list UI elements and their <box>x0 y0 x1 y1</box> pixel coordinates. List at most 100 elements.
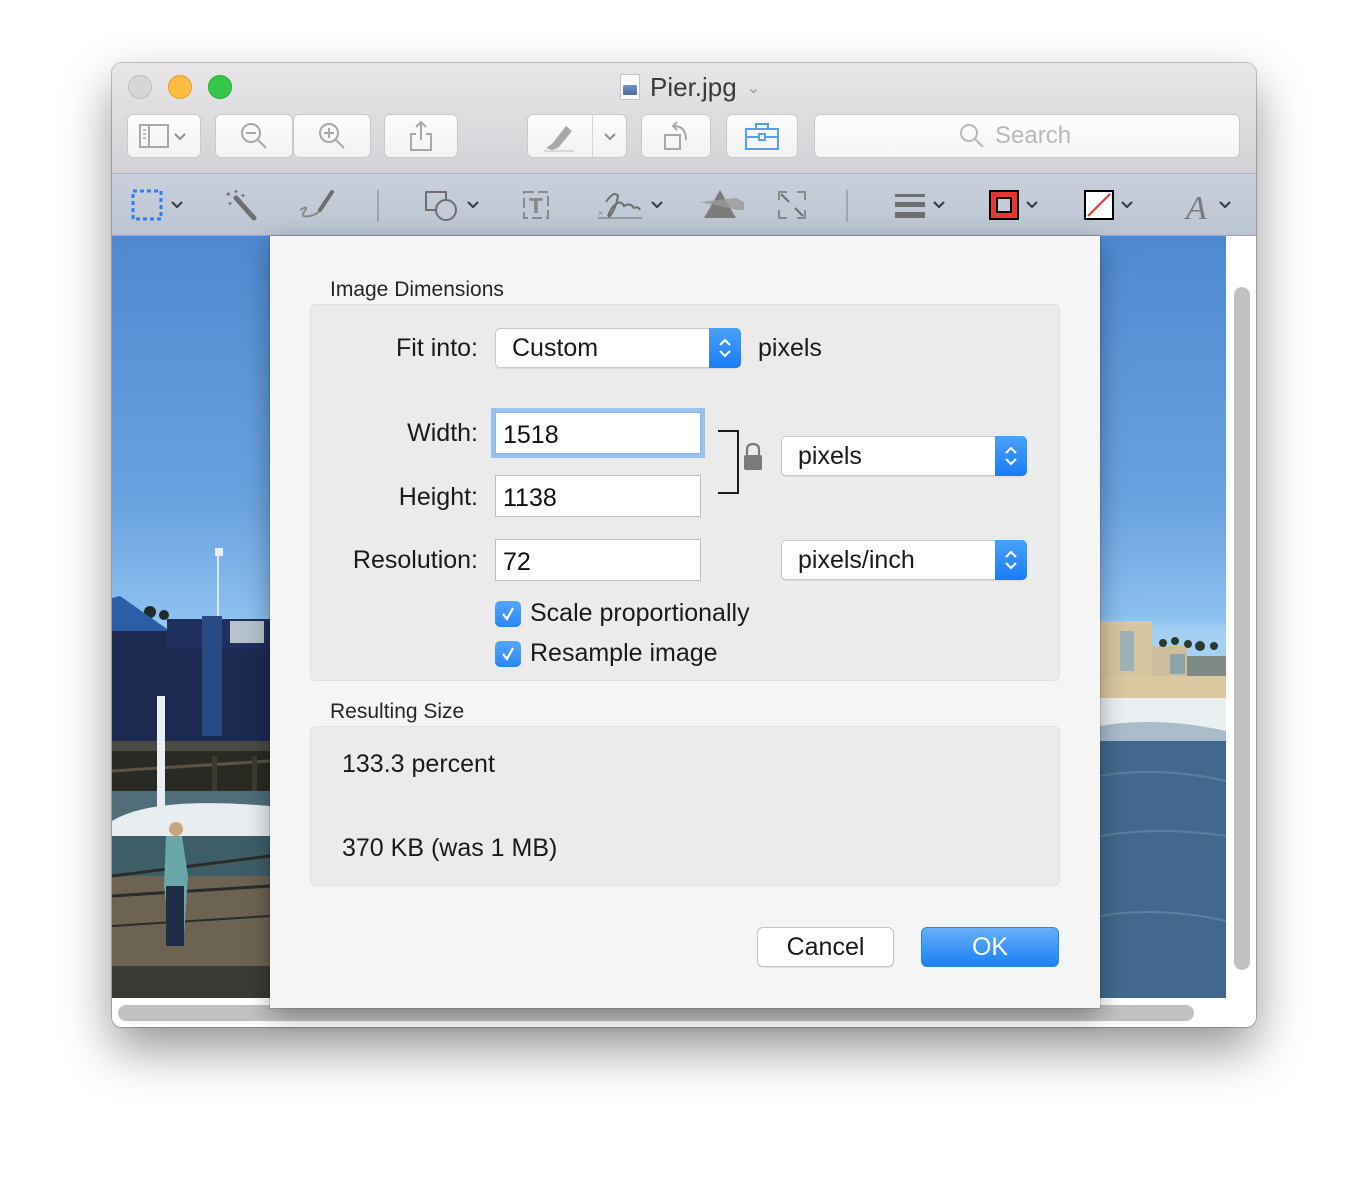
text-style-tool[interactable]: A <box>1184 184 1232 226</box>
chevron-down-icon <box>604 133 616 141</box>
proportion-link-bracket <box>718 430 739 494</box>
fit-into-popup[interactable]: Custom <box>495 328 741 368</box>
instant-alpha-tool[interactable]: ✦ ✦ ✦ ✦ <box>222 184 260 226</box>
chevron-down-icon <box>933 201 945 209</box>
title-bar: Pier.jpg ⌄ <box>112 63 1256 173</box>
size-unit-popup[interactable]: pixels <box>781 436 1027 476</box>
fit-into-unit: pixels <box>758 334 822 362</box>
shapes-tool[interactable] <box>424 184 480 226</box>
svg-text:×: × <box>598 208 603 218</box>
resolution-unit-popup[interactable]: pixels/inch <box>781 540 1027 580</box>
zoom-window-button[interactable] <box>208 75 232 99</box>
signature-icon: × <box>598 193 642 219</box>
fill-color-tool[interactable] <box>1084 184 1134 226</box>
text-box-icon: T <box>523 191 549 219</box>
adjust-color-tool[interactable] <box>700 184 744 226</box>
resolution-label: Resolution: <box>352 546 478 574</box>
search-field[interactable] <box>814 114 1240 158</box>
result-file-size: 370 KB (was 1 MB) <box>342 834 558 862</box>
resulting-size-heading: Resulting Size <box>330 700 465 723</box>
scale-proportionally-checkbox[interactable]: Scale proportionally <box>495 599 750 628</box>
resolution-field[interactable] <box>495 539 701 581</box>
popup-stepper-icon <box>995 540 1027 580</box>
border-color-tool[interactable] <box>989 184 1039 226</box>
marquee-selection-icon <box>131 189 163 221</box>
zoom-out-icon <box>241 123 267 149</box>
fit-into-value: Custom <box>512 333 599 362</box>
chevron-down-icon <box>651 201 663 209</box>
popup-stepper-icon <box>709 328 741 368</box>
font-style-icon: A <box>1184 190 1207 222</box>
photo-right-portion <box>1100 236 1226 998</box>
document-icon <box>620 74 640 100</box>
chevron-down-icon <box>1026 201 1038 209</box>
highlight-button[interactable] <box>527 114 627 158</box>
toolbox-icon <box>745 123 779 150</box>
result-percent: 133.3 percent <box>342 750 495 778</box>
height-field[interactable] <box>495 475 701 517</box>
chevron-down-icon: ⌄ <box>746 80 761 97</box>
chevron-down-icon <box>467 201 479 209</box>
svg-text:T: T <box>529 194 543 218</box>
fill-color-none-icon <box>1084 190 1114 220</box>
checkmark-icon <box>495 640 521 667</box>
chevron-down-icon <box>1219 201 1231 209</box>
border-color-icon <box>989 190 1019 220</box>
image-dimensions-heading: Image Dimensions <box>330 278 504 301</box>
toolbar-separator <box>846 190 848 222</box>
lock-icon[interactable] <box>743 442 763 472</box>
rotate-left-icon <box>664 121 687 150</box>
sketch-pen-icon <box>299 190 334 218</box>
highlighter-icon <box>544 126 574 152</box>
shapes-icon <box>425 191 457 221</box>
resample-image-checkbox[interactable]: Resample image <box>495 639 718 668</box>
height-label: Height: <box>398 483 478 511</box>
toolbar-separator <box>377 190 379 222</box>
checkmark-icon <box>495 600 521 627</box>
prism-icon <box>700 190 744 218</box>
svg-text:✦: ✦ <box>227 200 233 208</box>
text-tool[interactable]: T <box>519 184 553 226</box>
markup-toolbar: ✦ ✦ ✦ ✦ T × A <box>112 173 1256 236</box>
chevron-down-icon <box>1121 201 1133 209</box>
shape-style-tool[interactable] <box>894 184 946 226</box>
chevron-down-icon <box>171 201 183 209</box>
sketch-tool[interactable] <box>296 184 336 226</box>
sidebar-view-button[interactable] <box>127 114 201 158</box>
ok-button[interactable]: OK <box>921 927 1059 967</box>
adjust-size-tool[interactable] <box>775 184 809 226</box>
size-unit-value: pixels <box>798 441 862 470</box>
resize-icon <box>778 191 806 219</box>
svg-text:A: A <box>1184 190 1207 222</box>
photo-left-portion <box>112 236 270 998</box>
sidebar-icon <box>139 124 186 148</box>
svg-text:✦: ✦ <box>233 188 239 196</box>
zoom-out-button[interactable] <box>215 114 293 158</box>
width-label: Width: <box>407 419 478 447</box>
rotate-left-button[interactable] <box>641 114 711 158</box>
zoom-in-icon <box>319 123 345 149</box>
window-title[interactable]: Pier.jpg ⌄ <box>620 71 760 103</box>
share-button[interactable] <box>384 114 458 158</box>
svg-text:✦: ✦ <box>240 192 246 200</box>
search-input[interactable] <box>995 122 1095 150</box>
magic-wand-icon: ✦ ✦ ✦ ✦ <box>225 188 257 221</box>
window-title-text: Pier.jpg <box>650 71 737 102</box>
sign-tool[interactable]: × <box>596 184 664 226</box>
share-icon <box>410 120 432 151</box>
close-window-button[interactable] <box>128 75 152 99</box>
line-style-icon <box>895 194 925 218</box>
vertical-scrollbar[interactable] <box>1234 287 1250 970</box>
fit-into-label: Fit into: <box>396 334 478 362</box>
minimize-window-button[interactable] <box>168 75 192 99</box>
resolution-unit-value: pixels/inch <box>798 545 915 574</box>
scale-proportionally-label: Scale proportionally <box>530 599 750 627</box>
search-icon <box>960 124 984 148</box>
adjust-size-dialog: Image Dimensions Fit into: Custom pixels… <box>270 236 1100 1008</box>
resample-image-label: Resample image <box>530 639 718 667</box>
markup-toolbox-button[interactable] <box>726 114 798 158</box>
rectangular-selection-tool[interactable] <box>130 184 184 226</box>
cancel-button[interactable]: Cancel <box>757 927 894 967</box>
zoom-in-button[interactable] <box>293 114 371 158</box>
width-field[interactable] <box>495 412 701 454</box>
